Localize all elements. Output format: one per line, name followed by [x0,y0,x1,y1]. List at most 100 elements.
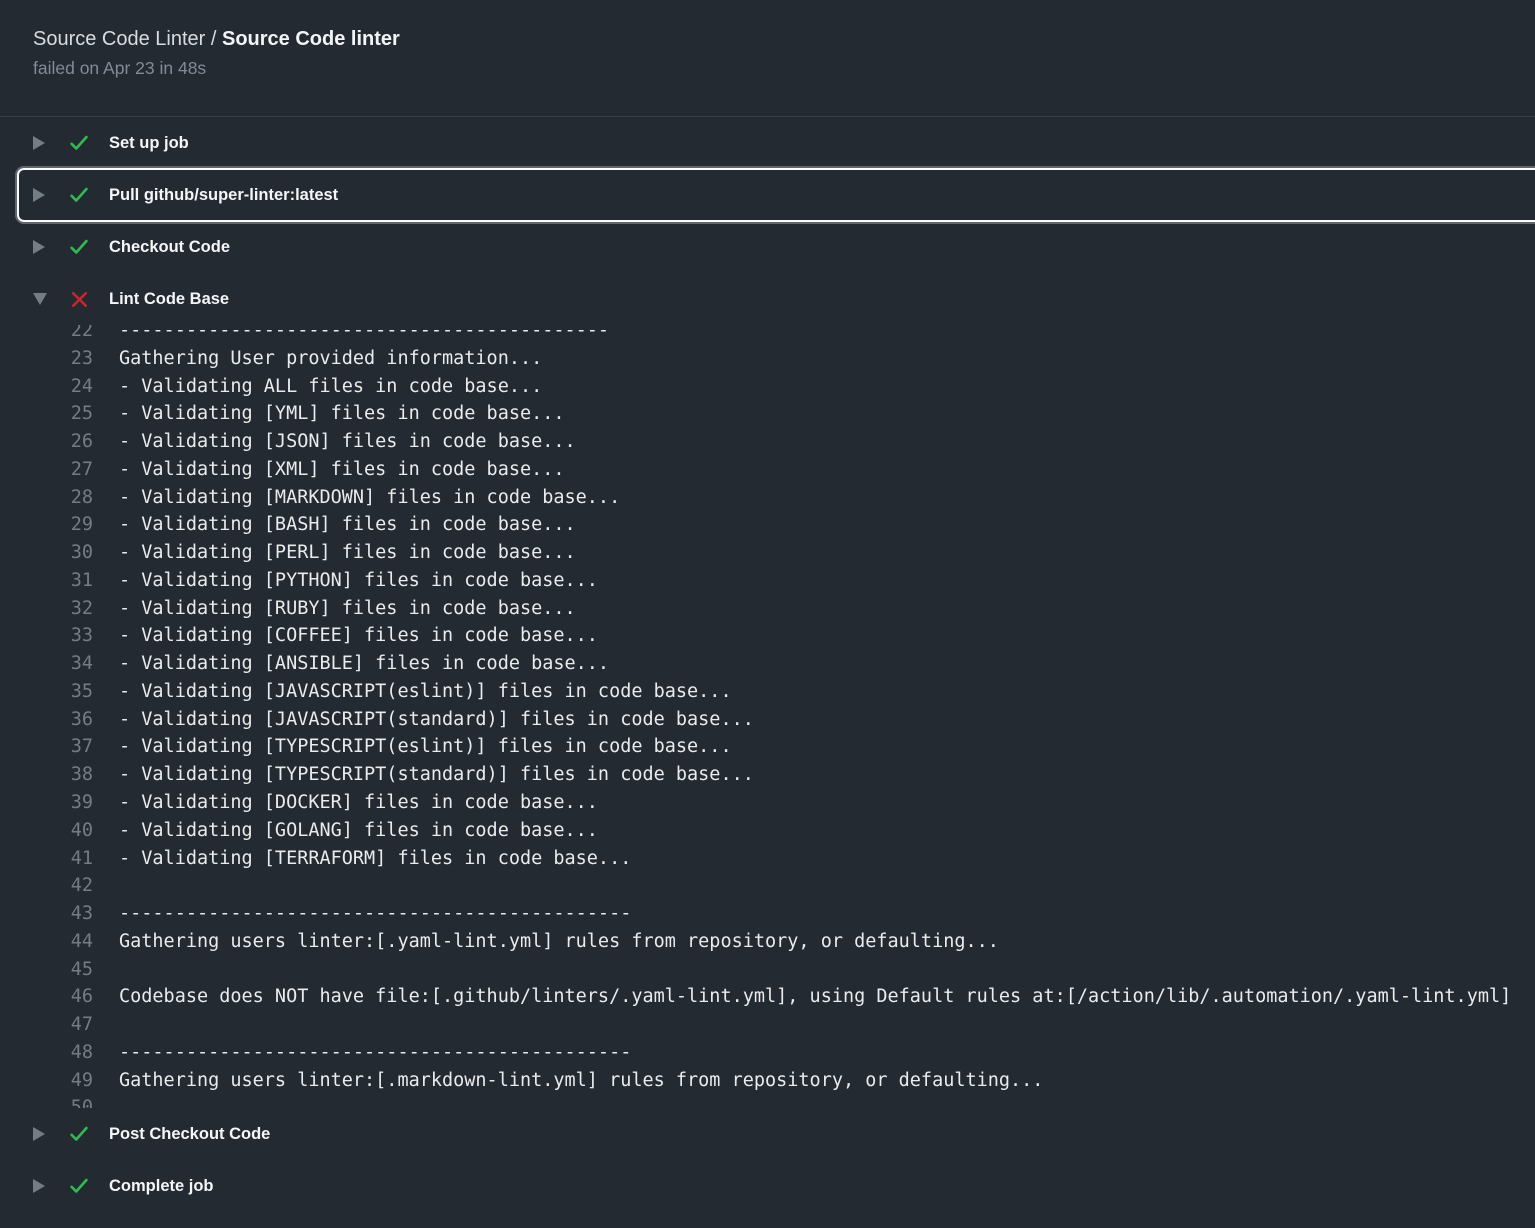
log-line: 36 - Validating [JAVASCRIPT(standard)] f… [0,706,1535,734]
log-line-number[interactable]: 31 [0,567,93,595]
log-line-number[interactable]: 50 [0,1094,93,1108]
log-line-number[interactable]: 23 [0,345,93,373]
step-label: Checkout Code [109,238,230,257]
log-line-text: - Validating [TYPESCRIPT(eslint)] files … [119,733,732,761]
check-icon [68,132,90,154]
log-line-number[interactable]: 29 [0,511,93,539]
log-line-number[interactable]: 48 [0,1039,93,1067]
step-label: Set up job [109,134,189,153]
log-line-number[interactable]: 47 [0,1011,93,1039]
log-line-text: - Validating [YML] files in code base... [119,400,565,428]
log-line-text: - Validating [PYTHON] files in code base… [119,567,598,595]
step-label: Complete job [109,1177,214,1196]
log-line-text: - Validating [JSON] files in code base..… [119,428,576,456]
step-toggle[interactable] [33,1179,47,1193]
log-line-number[interactable]: 40 [0,817,93,845]
log-line: 24 - Validating ALL files in code base..… [0,373,1535,401]
log-line-text: - Validating [BASH] files in code base..… [119,511,576,539]
log-line-number[interactable]: 45 [0,956,93,984]
log-line-text: - Validating [TERRAFORM] files in code b… [119,845,631,873]
log-line: 47 [0,1011,1535,1039]
step-status [68,132,90,154]
step-label: Lint Code Base [109,290,229,309]
log-line-number[interactable]: 44 [0,928,93,956]
log-line-number[interactable]: 30 [0,539,93,567]
check-icon [68,1175,90,1197]
log-line-number[interactable]: 26 [0,428,93,456]
step-row[interactable]: Lint Code Base [0,273,1535,325]
log-line: 43 -------------------------------------… [0,900,1535,928]
log-line-text: - Validating [MARKDOWN] files in code ba… [119,484,620,512]
log-line: 46 Codebase does NOT have file:[.github/… [0,983,1535,1011]
log-line-number[interactable]: 34 [0,650,93,678]
log-viewport[interactable]: 22 -------------------------------------… [0,325,1535,1108]
log-line-number[interactable]: 27 [0,456,93,484]
log-line: 42 [0,872,1535,900]
log-line-text: ----------------------------------------… [119,900,631,928]
step-status [68,288,90,310]
step-toggle[interactable] [33,240,47,254]
step-toggle[interactable] [33,1127,47,1141]
chevron-right-icon [33,188,45,202]
log-line-number[interactable]: 22 [0,325,93,345]
log-line: 50 [0,1094,1535,1108]
log-line-number[interactable]: 35 [0,678,93,706]
log-line: 41 - Validating [TERRAFORM] files in cod… [0,845,1535,873]
log-line-number[interactable]: 32 [0,595,93,623]
log-line-number[interactable]: 24 [0,373,93,401]
step-toggle[interactable] [33,293,47,305]
log-line-number[interactable]: 25 [0,400,93,428]
log-line: 31 - Validating [PYTHON] files in code b… [0,567,1535,595]
step-toggle[interactable] [33,188,47,202]
log-line-number[interactable]: 43 [0,900,93,928]
log-line: 22 -------------------------------------… [0,325,1535,345]
log-line-number[interactable]: 28 [0,484,93,512]
chevron-right-icon [33,136,45,150]
log-line-text: Gathering users linter:[.yaml-lint.yml] … [119,928,999,956]
log-line-text: - Validating [DOCKER] files in code base… [119,789,598,817]
log-line: 32 - Validating [RUBY] files in code bas… [0,595,1535,623]
log-line-text: ----------------------------------------… [119,325,609,345]
workflow-name: Source Code Linter / [33,28,216,50]
x-icon [69,289,90,310]
log-line-text: - Validating [RUBY] files in code base..… [119,595,576,623]
check-icon [68,236,90,258]
step-row[interactable]: Pull github/super-linter:latest [0,169,1535,221]
step-toggle[interactable] [33,136,47,150]
log-line-text: - Validating [PERL] files in code base..… [119,539,576,567]
log-line-number[interactable]: 33 [0,622,93,650]
log-line-number[interactable]: 49 [0,1067,93,1095]
chevron-right-icon [33,1179,45,1193]
log-line-text: ----------------------------------------… [119,1039,631,1067]
step-status [68,236,90,258]
step-row[interactable]: Set up job [0,117,1535,169]
job-header: Source Code Linter / Source Code linter … [0,0,1535,117]
log-line-text: Codebase does NOT have file:[.github/lin… [119,983,1511,1011]
log-line-number[interactable]: 38 [0,761,93,789]
step-row[interactable]: Complete job [0,1160,1535,1212]
step-row[interactable]: Checkout Code [0,221,1535,273]
log-line: 27 - Validating [XML] files in code base… [0,456,1535,484]
log-line-text: - Validating [JAVASCRIPT(eslint)] files … [119,678,732,706]
log-line-number[interactable]: 41 [0,845,93,873]
log-line-number[interactable]: 36 [0,706,93,734]
job-title: Source Code Linter / Source Code linter [33,27,1502,51]
step-status [68,184,90,206]
log-line: 25 - Validating [YML] files in code base… [0,400,1535,428]
log-line-text: - Validating [COFFEE] files in code base… [119,622,598,650]
log-line-text: - Validating [XML] files in code base... [119,456,565,484]
log-line-number[interactable]: 39 [0,789,93,817]
check-icon [68,184,90,206]
chevron-right-icon [33,1127,45,1141]
log-line: 48 -------------------------------------… [0,1039,1535,1067]
log-line-number[interactable]: 42 [0,872,93,900]
log-line: 49 Gathering users linter:[.markdown-lin… [0,1067,1535,1095]
log-line-number[interactable]: 46 [0,983,93,1011]
log-line: 34 - Validating [ANSIBLE] files in code … [0,650,1535,678]
log-line-number[interactable]: 37 [0,733,93,761]
step-row[interactable]: Post Checkout Code [0,1108,1535,1160]
log-lines: 22 -------------------------------------… [0,325,1535,1108]
log-line: 39 - Validating [DOCKER] files in code b… [0,789,1535,817]
step-status [68,1175,90,1197]
log-line: 33 - Validating [COFFEE] files in code b… [0,622,1535,650]
